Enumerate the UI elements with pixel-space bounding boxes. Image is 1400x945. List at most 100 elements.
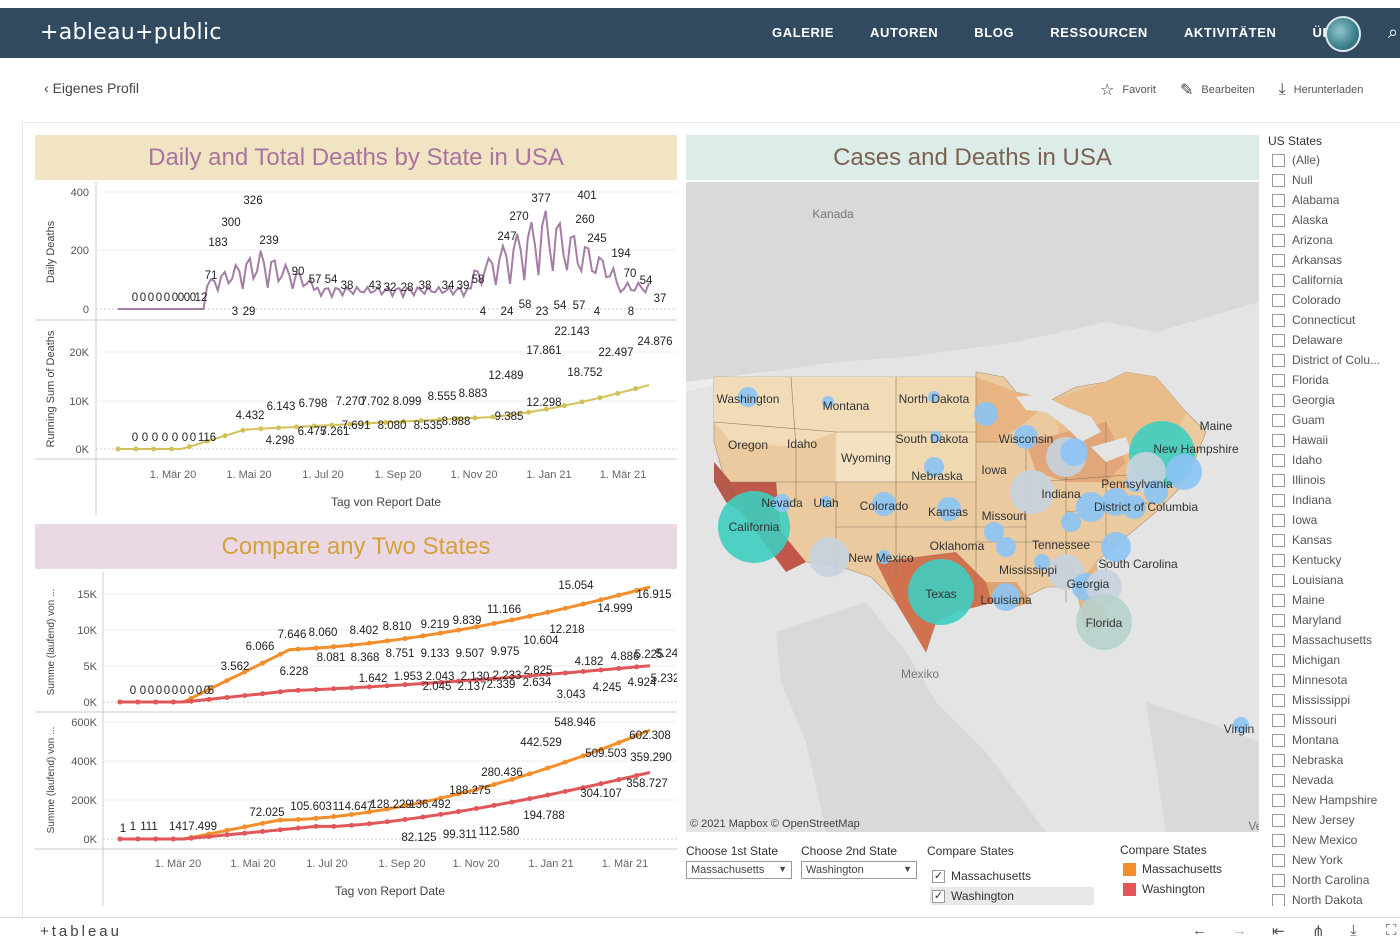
checkbox[interactable] — [1272, 353, 1285, 367]
checkbox[interactable] — [1272, 453, 1285, 467]
washington-deaths-point[interactable] — [438, 811, 444, 817]
filter-item[interactable]: California — [1268, 270, 1400, 290]
checkbox[interactable] — [1272, 373, 1285, 387]
usa-map[interactable]: Washington Montana North Dakota Oregon Idaho… — [686, 182, 1259, 832]
checkbox[interactable] — [1272, 893, 1285, 906]
massachusetts-cases-point[interactable] — [438, 630, 444, 636]
running-sum-point[interactable] — [276, 425, 282, 431]
washington-cases-point[interactable] — [598, 667, 604, 673]
filter-item[interactable]: Georgia — [1268, 390, 1400, 410]
undo-icon[interactable]: ← — [1192, 922, 1207, 939]
massachusetts-deaths-point[interactable] — [224, 827, 230, 833]
checkbox[interactable] — [1272, 253, 1285, 267]
checkbox[interactable] — [1272, 853, 1285, 867]
running-sum-point[interactable] — [222, 433, 228, 439]
washington-cases-point[interactable] — [170, 699, 176, 705]
checkbox[interactable] — [1272, 873, 1285, 887]
washington-deaths-point[interactable] — [331, 823, 337, 829]
massachusetts-cases-point[interactable] — [313, 645, 319, 651]
filter-item[interactable]: Arkansas — [1268, 250, 1400, 270]
filter-item[interactable]: Minnesota — [1268, 670, 1400, 690]
checkbox[interactable] — [1272, 233, 1285, 247]
washington-cases-point[interactable] — [349, 685, 355, 691]
checkbox[interactable] — [1272, 673, 1285, 687]
washington-cases-point[interactable] — [153, 699, 159, 705]
massachusetts-deaths-point[interactable] — [260, 820, 266, 826]
nav-item-blog[interactable]: BLOG — [974, 25, 1014, 40]
second-state-dropdown[interactable]: Washington ▼ — [801, 861, 917, 879]
edit-button[interactable]: ✎ Bearbeiten — [1180, 80, 1255, 100]
tableau-footer-logo[interactable]: +tableau — [40, 923, 122, 940]
massachusetts-deaths-point[interactable] — [616, 740, 622, 746]
massachusetts-deaths-point[interactable] — [562, 759, 568, 765]
state-circle[interactable] — [974, 402, 998, 426]
massachusetts-cases-point[interactable] — [509, 617, 515, 623]
massachusetts-deaths-point[interactable] — [242, 824, 248, 830]
checkbox[interactable] — [1272, 733, 1285, 747]
checkbox[interactable] — [1272, 513, 1285, 527]
running-sum-point[interactable] — [597, 395, 603, 401]
washington-cases-point[interactable] — [313, 687, 319, 693]
checkbox[interactable] — [1272, 573, 1285, 587]
legend-item-massachusetts[interactable]: Massachusetts — [1123, 862, 1222, 876]
running-sum-point[interactable] — [186, 444, 192, 450]
checkbox[interactable] — [1272, 473, 1285, 487]
massachusetts-cases-point[interactable] — [260, 660, 266, 666]
running-sum-point[interactable] — [151, 446, 157, 452]
filter-item[interactable]: Florida — [1268, 370, 1400, 390]
filter-item[interactable]: Michigan — [1268, 650, 1400, 670]
checkbox[interactable] — [1272, 553, 1285, 567]
filter-item[interactable]: New Hampshire — [1268, 790, 1400, 810]
washington-deaths-point[interactable] — [509, 799, 515, 805]
massachusetts-cases-point[interactable] — [366, 640, 372, 646]
checkbox[interactable] — [1272, 593, 1285, 607]
filter-item[interactable]: Nevada — [1268, 770, 1400, 790]
running-sum-point[interactable] — [579, 399, 585, 405]
washington-deaths-point[interactable] — [473, 806, 479, 812]
checkbox[interactable] — [1272, 193, 1285, 207]
filter-item[interactable]: Massachusetts — [1268, 630, 1400, 650]
running-sum-point[interactable] — [526, 409, 532, 415]
massachusetts-deaths-point[interactable] — [331, 814, 337, 820]
filter-item[interactable]: Arizona — [1268, 230, 1400, 250]
checkbox-checked[interactable]: ✓ — [932, 869, 945, 883]
filter-item[interactable]: Connecticut — [1268, 310, 1400, 330]
washington-cases-point[interactable] — [224, 694, 230, 700]
washington-deaths-point[interactable] — [420, 814, 426, 820]
running-sum-point[interactable] — [615, 390, 621, 396]
washington-deaths-point[interactable] — [384, 819, 390, 825]
filter-item[interactable]: Alaska — [1268, 210, 1400, 230]
checkbox[interactable] — [1272, 813, 1285, 827]
filter-item[interactable]: Kentucky — [1268, 550, 1400, 570]
massachusetts-cases-point[interactable] — [562, 605, 568, 611]
washington-deaths-point[interactable] — [153, 836, 159, 842]
filter-item[interactable]: Hawaii — [1268, 430, 1400, 450]
tableau-public-logo[interactable]: +ableau+public — [40, 20, 222, 45]
checkbox[interactable] — [1272, 693, 1285, 707]
checkbox[interactable] — [1272, 773, 1285, 787]
washington-cases-point[interactable] — [616, 665, 622, 671]
filter-item[interactable]: New Jersey — [1268, 810, 1400, 830]
filter-item[interactable]: Maine — [1268, 590, 1400, 610]
washington-cases-point[interactable] — [277, 689, 283, 695]
checkbox[interactable] — [1272, 413, 1285, 427]
filter-item[interactable]: Idaho — [1268, 450, 1400, 470]
download-icon[interactable]: ⤓ — [1350, 922, 1357, 939]
filter-item[interactable]: North Dakota — [1268, 890, 1400, 906]
running-sum-point[interactable] — [240, 427, 246, 433]
fullscreen-icon[interactable]: ⛶ — [1386, 922, 1397, 939]
washington-deaths-point[interactable] — [598, 781, 604, 787]
massachusetts-cases-point[interactable] — [616, 592, 622, 598]
washington-cases-point[interactable] — [331, 686, 337, 692]
washington-cases-point[interactable] — [206, 696, 212, 702]
redo-icon[interactable]: → — [1232, 922, 1247, 939]
washington-deaths-point[interactable] — [224, 832, 230, 838]
filter-item[interactable]: Montana — [1268, 730, 1400, 750]
washington-deaths-point[interactable] — [562, 788, 568, 794]
favorite-button[interactable]: ☆ Favorit — [1100, 80, 1156, 100]
revert-icon[interactable]: ⇤ — [1272, 922, 1285, 940]
filter-item[interactable]: North Carolina — [1268, 870, 1400, 890]
checkbox[interactable] — [1272, 493, 1285, 507]
massachusetts-deaths-point[interactable] — [545, 765, 551, 771]
checkbox-checked[interactable]: ✓ — [932, 889, 945, 903]
